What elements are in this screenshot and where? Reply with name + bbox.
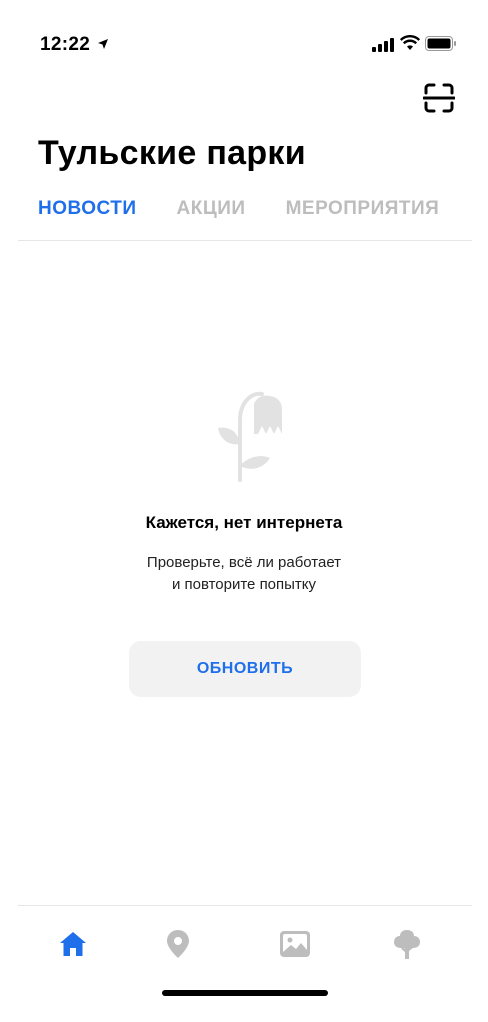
refresh-button[interactable]: ОБНОВИТЬ — [129, 641, 361, 697]
tabbar-parks[interactable] — [387, 924, 427, 964]
tabs-divider — [18, 240, 472, 241]
wilted-flower-icon — [218, 391, 282, 482]
status-time: 12:22 — [40, 34, 91, 55]
tabbar-map[interactable] — [158, 924, 198, 964]
tab-events[interactable]: МЕРОПРИЯТИЯ — [286, 198, 440, 224]
location-arrow-icon — [98, 39, 108, 49]
home-icon — [60, 932, 86, 956]
empty-state-title: Кажется, нет интернета — [145, 513, 343, 532]
map-pin-icon — [167, 930, 189, 958]
tab-promotions[interactable]: АКЦИИ — [177, 198, 246, 224]
home-indicator — [162, 990, 328, 996]
tabbar-gallery[interactable] — [275, 924, 315, 964]
tabbar-home[interactable] — [53, 924, 93, 964]
battery-icon — [425, 36, 456, 51]
empty-state-message: Проверьте, всё ли работает и повторите п… — [0, 552, 488, 596]
page-title: Тульские парки — [38, 134, 306, 172]
status-bar: 12:22 — [0, 0, 488, 88]
cellular-signal-icon — [372, 38, 394, 52]
category-tabs: НОВОСТИ АКЦИИ МЕРОПРИЯТИЯ — [38, 198, 479, 224]
scan-qr-button[interactable] — [422, 82, 456, 114]
empty-state-message-line1: Проверьте, всё ли работает — [146, 554, 342, 571]
wifi-icon — [400, 35, 420, 50]
tab-news[interactable]: НОВОСТИ — [38, 198, 137, 224]
tree-icon — [394, 930, 420, 959]
bottom-tabbar — [18, 906, 472, 978]
empty-state-message-line2: и повторите попытку — [171, 576, 317, 593]
scan-icon — [422, 83, 456, 113]
gallery-icon — [280, 931, 310, 957]
